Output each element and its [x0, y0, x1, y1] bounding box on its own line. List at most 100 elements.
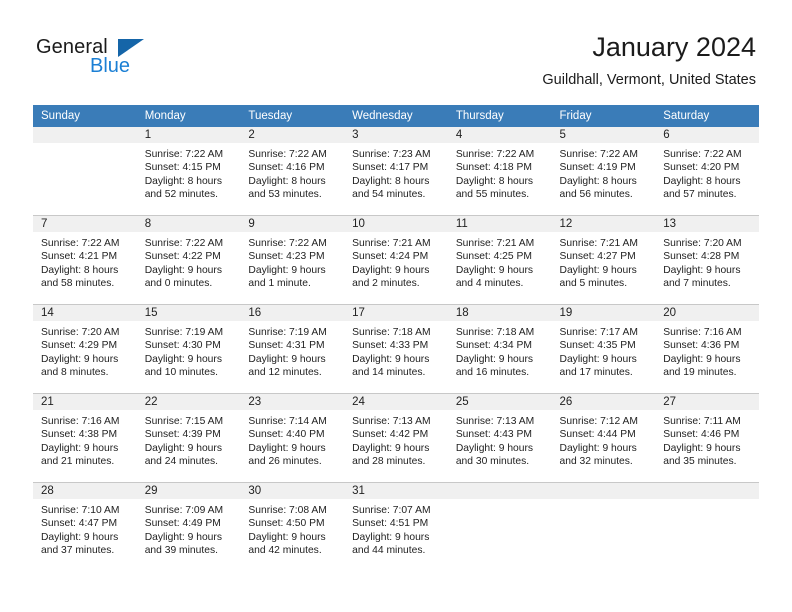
sunset-text: Sunset: 4:28 PM: [663, 251, 740, 263]
sunset-text: Sunset: 4:20 PM: [663, 162, 740, 174]
day-cell[interactable]: 5 Sunrise: 7:22 AM Sunset: 4:19 PM Dayli…: [551, 127, 656, 216]
day-cell[interactable]: 24 Sunrise: 7:13 AM Sunset: 4:42 PM Dayl…: [344, 393, 448, 483]
title-block: January 2024 Guildhall, Vermont, United …: [542, 30, 756, 89]
day-cell[interactable]: 23 Sunrise: 7:14 AM Sunset: 4:40 PM Dayl…: [240, 393, 345, 483]
day-number: 16: [240, 305, 345, 321]
day-number: 30: [240, 483, 345, 499]
sunrise-text: Sunrise: 7:21 AM: [455, 238, 535, 249]
sunrise-text: Sunrise: 7:10 AM: [41, 505, 120, 516]
day-cell[interactable]: 3 Sunrise: 7:23 AM Sunset: 4:17 PM Dayli…: [344, 127, 448, 216]
weekday-header-sunday: Sunday: [33, 105, 137, 127]
day-details: Sunrise: 7:22 AM Sunset: 4:20 PM Dayligh…: [655, 143, 759, 202]
day-cell[interactable]: 2 Sunrise: 7:22 AM Sunset: 4:16 PM Dayli…: [240, 127, 345, 216]
day-details: Sunrise: 7:22 AM Sunset: 4:23 PM Dayligh…: [240, 232, 344, 291]
daylight-text-line1: Daylight: 8 hours: [352, 175, 430, 187]
sunset-text: Sunset: 4:15 PM: [144, 162, 221, 174]
day-details: Sunrise: 7:23 AM Sunset: 4:17 PM Dayligh…: [344, 143, 448, 202]
daylight-text-line2: and 42 minutes.: [248, 545, 322, 557]
daylight-text-line2: and 53 minutes.: [248, 189, 322, 201]
daylight-text-line2: and 17 minutes.: [559, 367, 633, 379]
day-cell[interactable]: 28 Sunrise: 7:10 AM Sunset: 4:47 PM Dayl…: [33, 482, 137, 571]
daylight-text-line1: Daylight: 9 hours: [41, 353, 119, 365]
day-details: Sunrise: 7:13 AM Sunset: 4:42 PM Dayligh…: [344, 410, 448, 469]
weekday-header-tuesday: Tuesday: [240, 105, 345, 127]
day-cell[interactable]: 16 Sunrise: 7:19 AM Sunset: 4:31 PM Dayl…: [240, 304, 345, 394]
daylight-text-line1: Daylight: 9 hours: [352, 264, 430, 276]
sunrise-text: Sunrise: 7:07 AM: [352, 505, 431, 516]
day-cell[interactable]: 26 Sunrise: 7:12 AM Sunset: 4:44 PM Dayl…: [551, 393, 656, 483]
day-number: 13: [655, 216, 759, 232]
day-cell[interactable]: 1 Sunrise: 7:22 AM Sunset: 4:15 PM Dayli…: [136, 127, 241, 216]
day-number: 8: [136, 216, 241, 232]
day-cell[interactable]: 21 Sunrise: 7:16 AM Sunset: 4:38 PM Dayl…: [33, 393, 137, 483]
sunset-text: Sunset: 4:33 PM: [352, 340, 429, 352]
day-cell[interactable]: 9 Sunrise: 7:22 AM Sunset: 4:23 PM Dayli…: [240, 215, 345, 305]
day-details: Sunrise: 7:21 AM Sunset: 4:25 PM Dayligh…: [448, 232, 552, 291]
sunrise-text: Sunrise: 7:19 AM: [248, 327, 327, 338]
day-number: 11: [447, 216, 552, 232]
daylight-text-line2: and 37 minutes.: [41, 545, 115, 557]
daylight-text-line2: and 0 minutes.: [144, 278, 213, 290]
daylight-text-line2: and 26 minutes.: [248, 456, 322, 468]
sunset-text: Sunset: 4:50 PM: [248, 518, 325, 530]
day-cell[interactable]: 18 Sunrise: 7:18 AM Sunset: 4:34 PM Dayl…: [447, 304, 552, 394]
day-number: 27: [655, 394, 759, 410]
day-cell[interactable]: 6 Sunrise: 7:22 AM Sunset: 4:20 PM Dayli…: [655, 127, 759, 216]
day-cell[interactable]: 27 Sunrise: 7:11 AM Sunset: 4:46 PM Dayl…: [655, 393, 759, 483]
sunset-text: Sunset: 4:24 PM: [352, 251, 429, 263]
day-number: 18: [447, 305, 552, 321]
day-cell[interactable]: 29 Sunrise: 7:09 AM Sunset: 4:49 PM Dayl…: [136, 482, 241, 571]
day-cell[interactable]: 17 Sunrise: 7:18 AM Sunset: 4:33 PM Dayl…: [344, 304, 448, 394]
day-cell[interactable]: 22 Sunrise: 7:15 AM Sunset: 4:39 PM Dayl…: [136, 393, 241, 483]
week-row: 1 Sunrise: 7:22 AM Sunset: 4:15 PM Dayli…: [33, 127, 759, 216]
day-details: Sunrise: 7:13 AM Sunset: 4:43 PM Dayligh…: [448, 410, 552, 469]
day-details: Sunrise: 7:22 AM Sunset: 4:16 PM Dayligh…: [240, 143, 344, 202]
day-number: 28: [33, 483, 137, 499]
sunrise-text: Sunrise: 7:15 AM: [144, 416, 224, 427]
daylight-text-line1: Daylight: 8 hours: [455, 175, 534, 187]
day-cell[interactable]: 11 Sunrise: 7:21 AM Sunset: 4:25 PM Dayl…: [447, 215, 552, 305]
day-details: Sunrise: 7:15 AM Sunset: 4:39 PM Dayligh…: [137, 410, 241, 469]
sunset-text: Sunset: 4:29 PM: [41, 340, 118, 352]
weekday-header-friday: Friday: [551, 105, 656, 127]
day-cell[interactable]: 4 Sunrise: 7:22 AM Sunset: 4:18 PM Dayli…: [447, 127, 552, 216]
daylight-text-line2: and 1 minute.: [248, 278, 311, 290]
day-cell[interactable]: 7 Sunrise: 7:22 AM Sunset: 4:21 PM Dayli…: [33, 215, 137, 305]
weekday-header-thursday: Thursday: [447, 105, 552, 127]
day-cell[interactable]: 19 Sunrise: 7:17 AM Sunset: 4:35 PM Dayl…: [551, 304, 656, 394]
day-cell[interactable]: [33, 127, 137, 216]
sunset-text: Sunset: 4:31 PM: [248, 340, 325, 352]
day-details: Sunrise: 7:16 AM Sunset: 4:36 PM Dayligh…: [655, 321, 759, 380]
day-number: 14: [33, 305, 137, 321]
day-cell[interactable]: 12 Sunrise: 7:21 AM Sunset: 4:27 PM Dayl…: [551, 215, 656, 305]
day-details: Sunrise: 7:18 AM Sunset: 4:34 PM Dayligh…: [448, 321, 552, 380]
sunrise-text: Sunrise: 7:18 AM: [455, 327, 535, 338]
day-cell[interactable]: 8 Sunrise: 7:22 AM Sunset: 4:22 PM Dayli…: [136, 215, 241, 305]
day-cell[interactable]: 13 Sunrise: 7:20 AM Sunset: 4:28 PM Dayl…: [655, 215, 759, 305]
day-cell[interactable]: 10 Sunrise: 7:21 AM Sunset: 4:24 PM Dayl…: [344, 215, 448, 305]
daylight-text-line2: and 12 minutes.: [248, 367, 322, 379]
sunrise-text: Sunrise: 7:22 AM: [144, 149, 224, 160]
sunrise-text: Sunrise: 7:19 AM: [144, 327, 224, 338]
day-cell[interactable]: 25 Sunrise: 7:13 AM Sunset: 4:43 PM Dayl…: [447, 393, 552, 483]
day-number: 6: [655, 127, 759, 143]
day-cell[interactable]: 30 Sunrise: 7:08 AM Sunset: 4:50 PM Dayl…: [240, 482, 345, 571]
day-details: Sunrise: 7:07 AM Sunset: 4:51 PM Dayligh…: [344, 499, 448, 558]
day-cell[interactable]: 31 Sunrise: 7:07 AM Sunset: 4:51 PM Dayl…: [344, 482, 448, 571]
day-number: 7: [33, 216, 137, 232]
day-cell[interactable]: 14 Sunrise: 7:20 AM Sunset: 4:29 PM Dayl…: [33, 304, 137, 394]
daylight-text-line2: and 39 minutes.: [144, 545, 218, 557]
day-cell[interactable]: 20 Sunrise: 7:16 AM Sunset: 4:36 PM Dayl…: [655, 304, 759, 394]
day-cell[interactable]: 15 Sunrise: 7:19 AM Sunset: 4:30 PM Dayl…: [136, 304, 241, 394]
daylight-text-line1: Daylight: 9 hours: [248, 353, 326, 365]
day-number: 25: [447, 394, 552, 410]
day-number: 10: [344, 216, 448, 232]
daylight-text-line1: Daylight: 9 hours: [248, 264, 326, 276]
calendar-header-row: Sunday Monday Tuesday Wednesday Thursday…: [33, 105, 759, 127]
generalblue-logo[interactable]: General Blue: [36, 36, 186, 84]
daylight-text-line2: and 30 minutes.: [455, 456, 530, 468]
calendar-body: 1 Sunrise: 7:22 AM Sunset: 4:15 PM Dayli…: [33, 127, 759, 571]
daylight-text-line2: and 35 minutes.: [663, 456, 737, 468]
sunset-text: Sunset: 4:39 PM: [144, 429, 221, 441]
sunrise-text: Sunrise: 7:22 AM: [663, 149, 742, 160]
